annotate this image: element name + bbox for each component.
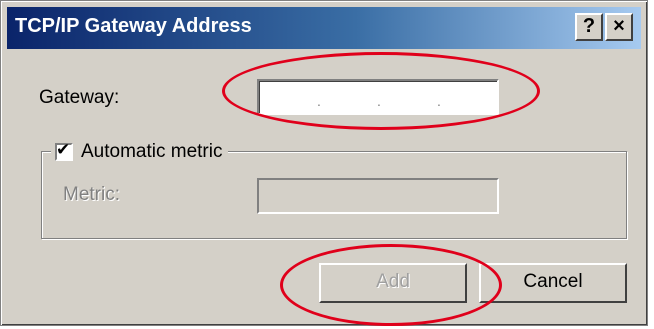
cancel-button[interactable]: Cancel [479,263,627,303]
automatic-metric-checkbox[interactable]: ✔ [55,140,73,161]
title-bar[interactable]: TCP/IP Gateway Address ? × [7,7,641,49]
automatic-metric-checkbox-row[interactable]: ✔ Automatic metric [51,138,229,166]
metric-input[interactable] [257,178,499,214]
metric-label: Metric: [63,184,120,205]
window-title: TCP/IP Gateway Address [15,15,252,37]
help-button[interactable]: ? [575,13,603,41]
gateway-label: Gateway: [39,87,120,108]
checkmark-icon: ✔ [56,140,71,160]
gateway-ip-input[interactable]: . . . [257,79,499,115]
ip-separator: . [377,93,381,109]
close-button[interactable]: × [605,13,633,41]
ip-separator: . [317,93,321,109]
automatic-metric-label: Automatic metric [81,141,223,162]
add-button[interactable]: Add [319,263,467,303]
dialog-window: TCP/IP Gateway Address ? × Gateway: . . … [0,0,648,326]
close-icon: × [613,15,625,37]
ip-separator: . [437,93,441,109]
